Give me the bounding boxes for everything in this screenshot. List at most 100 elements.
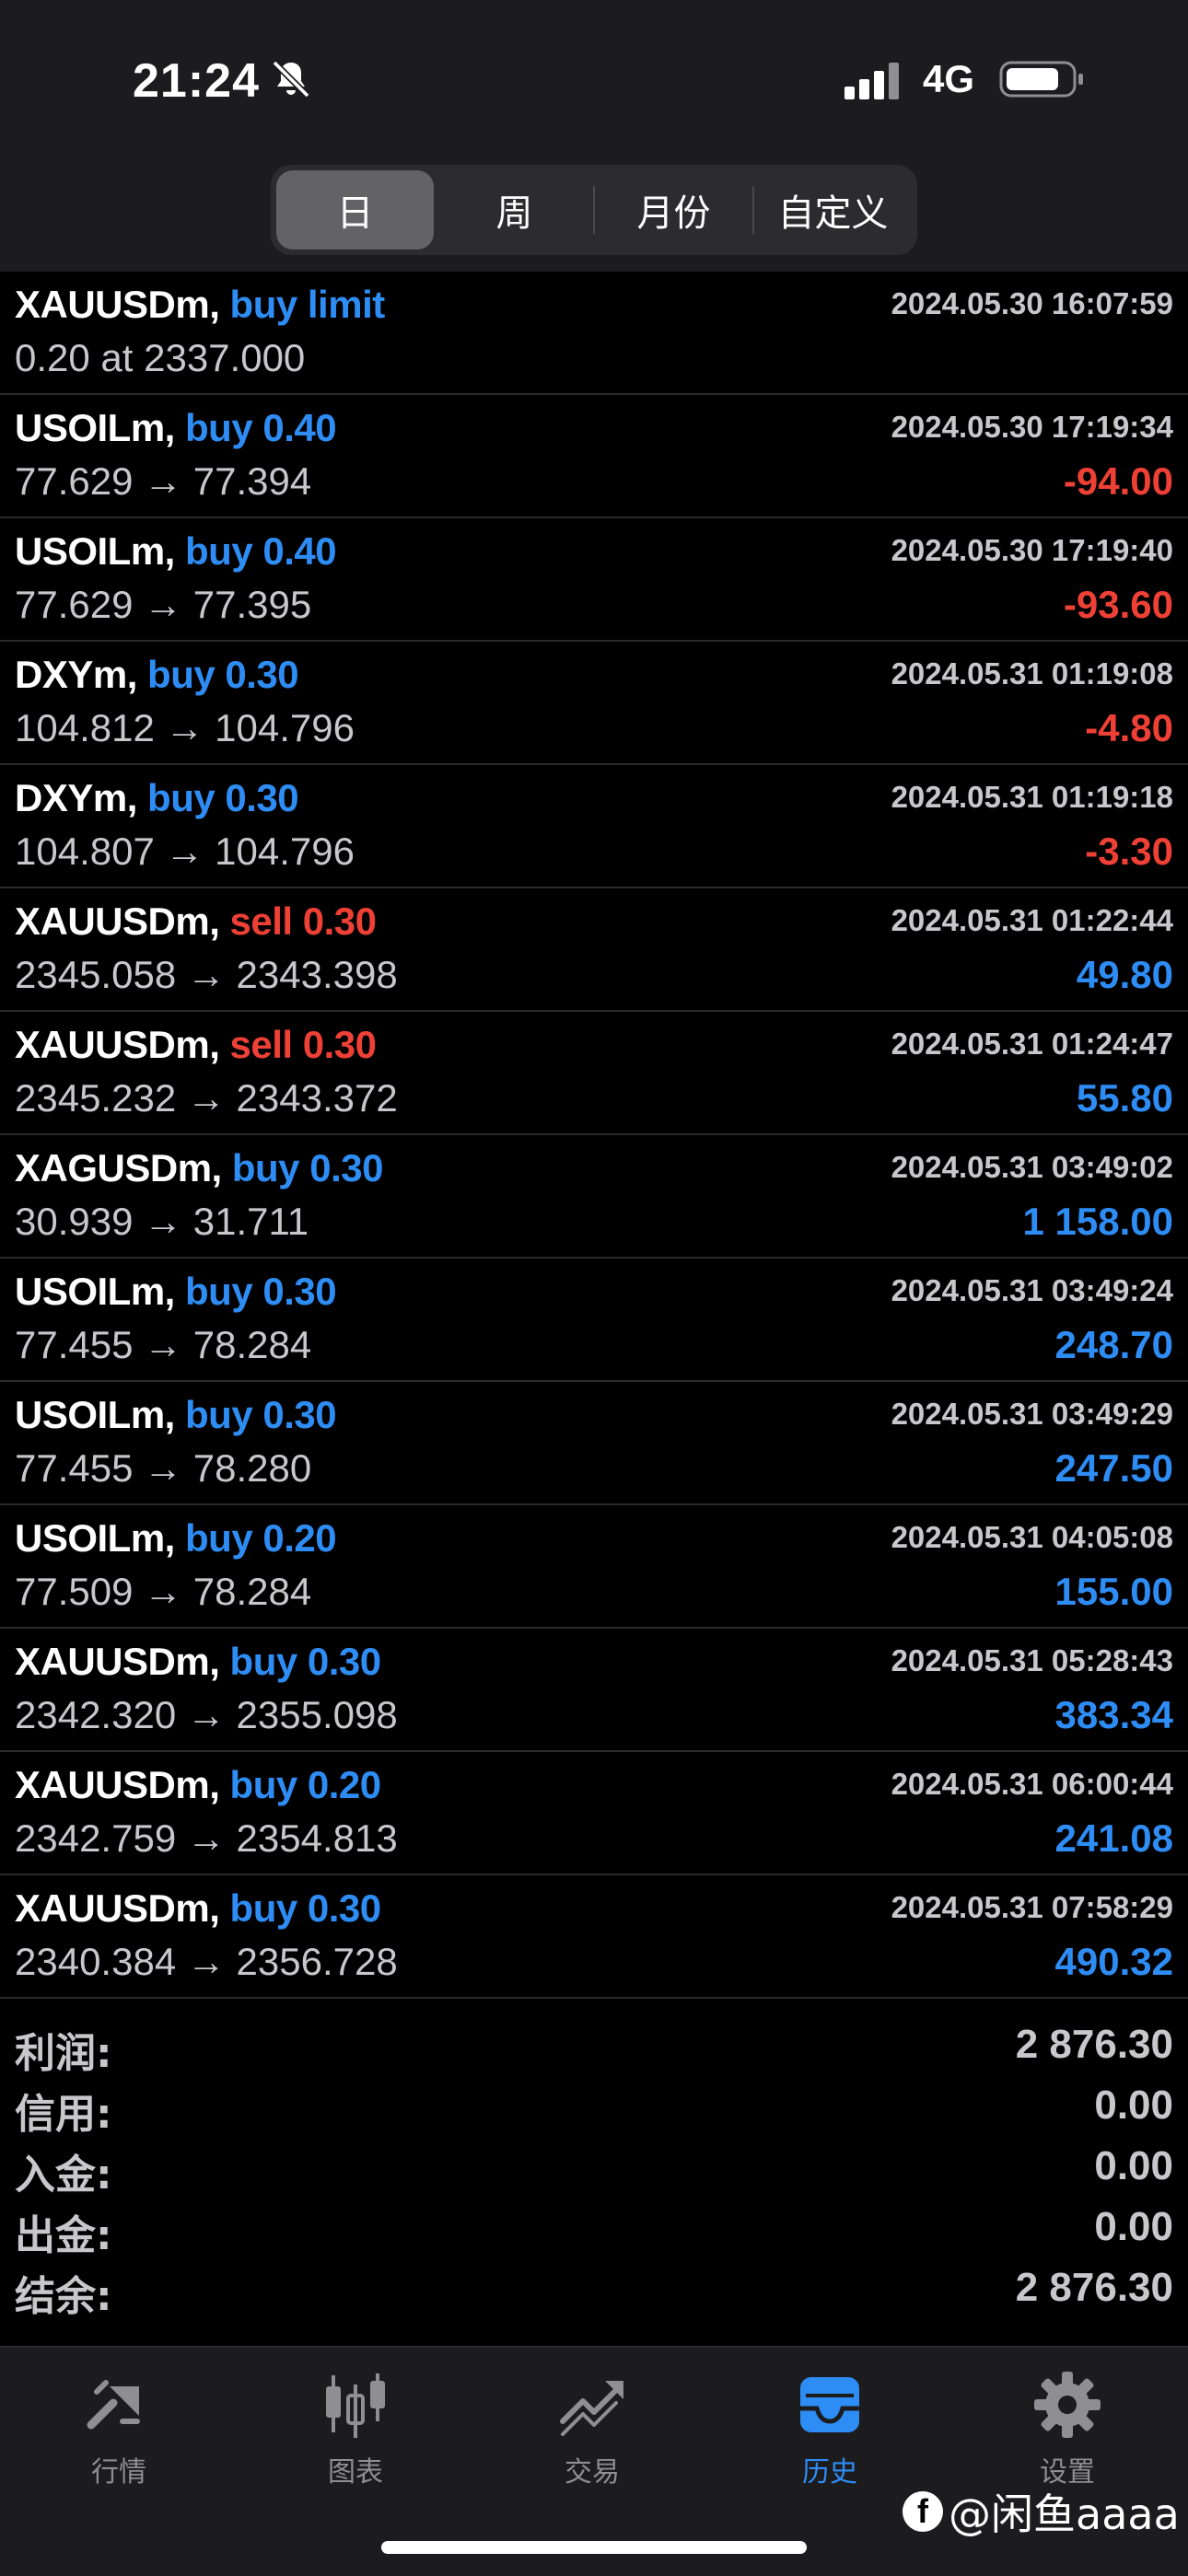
history-row[interactable]: DXYm, buy 0.30 2024.05.31 01:19:18 104.8… [0,765,1188,888]
symbol: XAUUSDm, [15,283,220,326]
order-profit: -4.80 [1085,706,1173,749]
order-prices: 2342.759 → 2354.813 [15,1816,398,1860]
history-row[interactable]: USOILm, buy 0.20 2024.05.31 04:05:08 77.… [0,1505,1188,1629]
watermark-text: @闲鱼aaaa [949,2489,1180,2539]
history-row[interactable]: XAUUSDm, buy 0.30 2024.05.31 07:58:29 23… [0,1875,1188,1999]
tab-settings[interactable]: 设置 [994,2368,1141,2497]
summary-row-withdrawal: 出金: 0.00 [0,2199,1188,2259]
tab-label: 图表 [328,2456,383,2489]
order-side: buy 0.40 [185,406,337,449]
symbol: XAUUSDm, [15,1886,220,1930]
summary-value: 0.00 [1094,2143,1173,2188]
history-row[interactable]: XAUUSDm, sell 0.30 2024.05.31 01:22:44 2… [0,888,1188,1012]
summary-value: 0.00 [1094,2083,1173,2128]
history-row[interactable]: USOILm, buy 0.30 2024.05.31 03:49:29 77.… [0,1382,1188,1505]
order-profit: 490.32 [1054,1940,1173,1983]
symbol: USOILm, [15,1516,175,1560]
history-row[interactable]: XAUUSDm, buy 0.30 2024.05.31 05:28:43 23… [0,1629,1188,1752]
period-tab-day[interactable]: 日 [276,170,434,249]
history-row[interactable]: XAUUSDm, sell 0.30 2024.05.31 01:24:47 2… [0,1012,1188,1135]
order-side: buy 0.30 [229,1640,382,1683]
order-time: 2024.05.31 01:22:44 [891,903,1173,937]
history-row[interactable]: DXYm, buy 0.30 2024.05.31 01:19:08 104.8… [0,642,1188,765]
header: 21:24 4G 日 周 月份 自定义 [0,0,1188,272]
symbol: USOILm, [15,406,175,449]
tab-chart[interactable]: 图表 [282,2368,429,2497]
order-profit: 155.00 [1054,1570,1173,1613]
symbol: XAUUSDm, [15,1640,220,1683]
symbol: XAUUSDm, [15,899,220,943]
order-profit: 241.08 [1054,1816,1173,1860]
order-prices: 104.812 → 104.796 [15,706,355,749]
history-row[interactable]: XAUUSDm, buy limit 2024.05.30 16:07:59 0… [0,272,1188,395]
order-side: buy 0.30 [147,653,299,696]
summary-label: 出金: [15,2212,112,2259]
order-time: 2024.05.31 03:49:29 [891,1397,1173,1431]
tab-history[interactable]: 历史 [756,2368,903,2497]
order-time: 2024.05.31 01:19:18 [891,780,1173,814]
symbol: XAUUSDm, [15,1763,220,1806]
network-label: 4G [923,57,975,100]
history-row[interactable]: USOILm, buy 0.30 2024.05.31 03:49:24 77.… [0,1259,1188,1382]
order-profit: 248.70 [1054,1323,1173,1366]
history-row[interactable]: XAGUSDm, buy 0.30 2024.05.31 03:49:02 30… [0,1135,1188,1259]
order-side: buy 0.20 [185,1516,337,1560]
period-tab-week[interactable]: 周 [436,170,593,249]
order-side: sell 0.30 [229,899,377,943]
settings-icon [1034,2372,1101,2438]
order-side: buy 0.30 [147,776,299,819]
order-time: 2024.05.31 01:19:08 [891,656,1173,690]
tab-trade[interactable]: 交易 [518,2368,666,2497]
order-time: 2024.05.30 16:07:59 [891,286,1173,320]
order-prices: 0.20 at 2337.000 [15,336,306,379]
period-tab-month[interactable]: 月份 [595,170,752,249]
watermark: f @闲鱼aaaa [903,2481,1180,2542]
order-side: buy 0.30 [185,1393,337,1436]
summary-label: 结余: [15,2273,112,2320]
order-time: 2024.05.31 06:00:44 [891,1767,1173,1801]
order-side: buy 0.30 [231,1146,384,1189]
summary-label: 入金: [15,2152,112,2199]
order-profit: 49.80 [1076,953,1173,996]
summary-label: 信用: [15,2091,112,2138]
status-time: 21:24 [133,54,260,108]
trade-icon [560,2381,623,2436]
order-time: 2024.05.31 05:28:43 [891,1643,1173,1677]
symbol: USOILm, [15,529,175,573]
tab-quotes[interactable]: 行情 [45,2368,192,2497]
account-summary: 利润: 2 876.30 信用: 0.00 入金: 0.00 出金: 0.00 … [0,2016,1188,2320]
order-time: 2024.05.31 01:24:47 [891,1027,1173,1061]
symbol: USOILm, [15,1393,175,1436]
order-profit: 1 158.00 [1022,1200,1174,1243]
order-profit: 55.80 [1076,1076,1173,1120]
symbol: DXYm, [15,653,137,696]
summary-label: 利润: [15,2030,112,2077]
history-row[interactable]: USOILm, buy 0.40 2024.05.30 17:19:40 77.… [0,518,1188,642]
order-side: sell 0.30 [229,1023,377,1066]
order-prices: 77.455 → 78.284 [15,1323,312,1366]
symbol: USOILm, [15,1270,175,1313]
summary-value: 2 876.30 [1015,2022,1173,2067]
quotes-icon [87,2380,140,2430]
order-prices: 77.629 → 77.394 [15,459,312,503]
order-prices: 30.939 → 31.711 [15,1200,309,1243]
period-tab-custom[interactable]: 自定义 [754,170,912,249]
symbol: XAGUSDm, [15,1146,222,1189]
order-profit: -3.30 [1085,830,1173,873]
order-prices: 77.455 → 78.280 [15,1446,312,1490]
order-prices: 77.629 → 77.395 [15,583,312,626]
tab-label: 行情 [91,2456,146,2489]
order-prices: 2342.320 → 2355.098 [15,1693,398,1736]
tab-label: 历史 [802,2456,857,2489]
bell-muted-icon [272,60,310,99]
order-time: 2024.05.30 17:19:34 [891,410,1173,444]
chart-icon [326,2373,385,2438]
order-profit: -93.60 [1063,583,1173,626]
history-row[interactable]: XAUUSDm, buy 0.20 2024.05.31 06:00:44 23… [0,1752,1188,1875]
order-prices: 2340.384 → 2356.728 [15,1940,398,1983]
history-row[interactable]: USOILm, buy 0.40 2024.05.30 17:19:34 77.… [0,395,1188,518]
symbol: XAUUSDm, [15,1023,220,1066]
summary-value: 0.00 [1094,2204,1173,2249]
watermark-logo-icon: f [903,2491,943,2532]
order-profit: 383.34 [1054,1693,1173,1736]
